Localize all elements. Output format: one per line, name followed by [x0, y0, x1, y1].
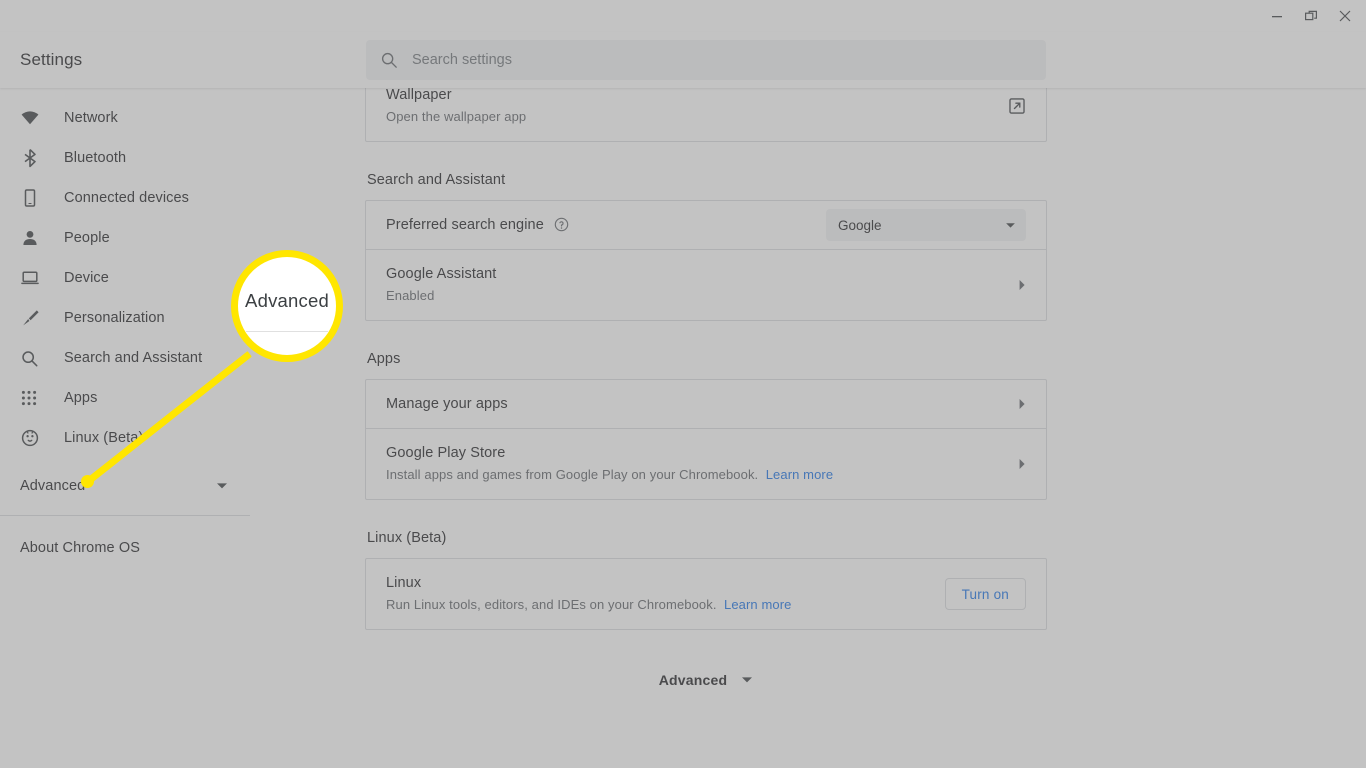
- brush-icon: [20, 308, 42, 328]
- linux-card: Linux Run Linux tools, editors, and IDEs…: [365, 558, 1047, 630]
- google-assistant-row[interactable]: Google Assistant Enabled: [366, 249, 1046, 320]
- wifi-icon: [20, 108, 42, 128]
- linux-row: Linux Run Linux tools, editors, and IDEs…: [366, 559, 1046, 629]
- sidebar-about-label: About Chrome OS: [20, 540, 140, 556]
- chevron-right-icon: [1018, 398, 1026, 410]
- google-play-store-title: Google Play Store: [386, 445, 506, 461]
- settings-header: Settings Search settings: [0, 32, 1366, 88]
- preferred-search-engine-row[interactable]: Preferred search engine Google: [366, 201, 1046, 249]
- section-title-apps: Apps: [367, 351, 401, 367]
- sidebar-divider: [0, 515, 250, 516]
- search-icon: [20, 349, 42, 368]
- sidebar-item-label: Linux (Beta): [64, 430, 144, 446]
- google-play-store-row[interactable]: Google Play Store Install apps and games…: [366, 428, 1046, 499]
- sidebar-item-label: Device: [64, 270, 109, 286]
- sidebar-item-label: Personalization: [64, 310, 165, 326]
- linux-penguin-icon: [20, 428, 42, 448]
- linux-learn-more-link[interactable]: Learn more: [724, 597, 791, 612]
- settings-content: Wallpaper Open the wallpaper app Search …: [250, 88, 1366, 768]
- open-external-icon[interactable]: [1008, 97, 1026, 115]
- manage-your-apps-row[interactable]: Manage your apps: [366, 380, 1046, 428]
- sidebar-item-label: Network: [64, 110, 118, 126]
- sidebar-item-label: Connected devices: [64, 190, 190, 206]
- sidebar-item-about-chrome-os[interactable]: About Chrome OS: [0, 524, 250, 572]
- preferred-search-engine-label: Preferred search engine: [386, 217, 544, 233]
- wallpaper-title: Wallpaper: [386, 88, 452, 103]
- chevron-right-icon: [1018, 279, 1026, 291]
- search-engine-selected-value: Google: [838, 217, 882, 233]
- wallpaper-card[interactable]: Wallpaper Open the wallpaper app: [365, 88, 1047, 142]
- advanced-expander-button[interactable]: Advanced: [365, 672, 1047, 688]
- sidebar-item-label: Bluetooth: [64, 150, 127, 166]
- laptop-icon: [20, 268, 42, 288]
- window-controls: [0, 0, 1366, 32]
- sidebar-item-personalization[interactable]: Personalization: [0, 298, 250, 338]
- google-play-store-description: Install apps and games from Google Play …: [386, 467, 759, 482]
- search-icon: [380, 51, 398, 69]
- sidebar-item-connected-devices[interactable]: Connected devices: [0, 178, 250, 218]
- section-title-linux-beta: Linux (Beta): [367, 530, 447, 546]
- turn-on-linux-button[interactable]: Turn on: [944, 578, 1026, 610]
- linux-description: Run Linux tools, editors, and IDEs on yo…: [386, 597, 717, 612]
- wallpaper-subtitle: Open the wallpaper app: [386, 109, 527, 124]
- google-assistant-status: Enabled: [386, 288, 435, 303]
- bluetooth-icon: [20, 148, 42, 168]
- advanced-expander-label: Advanced: [658, 672, 728, 688]
- section-title-search-and-assistant: Search and Assistant: [367, 172, 506, 188]
- sidebar-item-label: Apps: [64, 390, 98, 406]
- search-engine-select[interactable]: Google: [826, 209, 1026, 241]
- page-title: Settings: [20, 50, 83, 69]
- google-play-learn-more-link[interactable]: Learn more: [766, 467, 833, 482]
- restore-window-button[interactable]: [1294, 1, 1328, 31]
- sidebar-item-linux-beta[interactable]: Linux (Beta): [0, 418, 250, 458]
- person-icon: [20, 228, 42, 248]
- close-button[interactable]: [1328, 1, 1362, 31]
- sidebar-item-search-and-assistant[interactable]: Search and Assistant: [0, 338, 250, 378]
- search-input[interactable]: Search settings: [366, 40, 1046, 80]
- help-circle-icon[interactable]: [554, 217, 569, 232]
- apps-card: Manage your apps Google Play Store Insta…: [365, 379, 1047, 500]
- google-assistant-title: Google Assistant: [386, 266, 497, 282]
- search-and-assistant-card: Preferred search engine Google Google As…: [365, 200, 1047, 321]
- settings-window: Settings Search settings Network Bluetoo…: [0, 0, 1366, 768]
- sidebar-item-people[interactable]: People: [0, 218, 250, 258]
- search-placeholder: Search settings: [412, 52, 512, 68]
- chevron-down-icon: [1005, 222, 1016, 229]
- manage-your-apps-title: Manage your apps: [386, 396, 508, 412]
- sidebar-item-apps[interactable]: Apps: [0, 378, 250, 418]
- chevron-down-icon: [741, 676, 753, 684]
- sidebar-nav: Network Bluetooth Connected devices Peop…: [0, 88, 250, 768]
- phone-icon: [20, 188, 42, 208]
- sidebar-item-device[interactable]: Device: [0, 258, 250, 298]
- chevron-right-icon: [1018, 458, 1026, 470]
- sidebar-advanced-label: Advanced: [20, 478, 86, 494]
- chevron-down-icon: [216, 482, 228, 490]
- sidebar-item-network[interactable]: Network: [0, 98, 250, 138]
- sidebar-item-label: People: [64, 230, 110, 246]
- sidebar-item-advanced[interactable]: Advanced: [0, 464, 250, 508]
- minimize-button[interactable]: [1260, 1, 1294, 31]
- sidebar-item-label: Search and Assistant: [64, 350, 203, 366]
- sidebar-item-bluetooth[interactable]: Bluetooth: [0, 138, 250, 178]
- linux-title: Linux: [386, 575, 422, 591]
- grid-apps-icon: [20, 389, 42, 407]
- wallpaper-row[interactable]: Wallpaper Open the wallpaper app: [366, 88, 1046, 141]
